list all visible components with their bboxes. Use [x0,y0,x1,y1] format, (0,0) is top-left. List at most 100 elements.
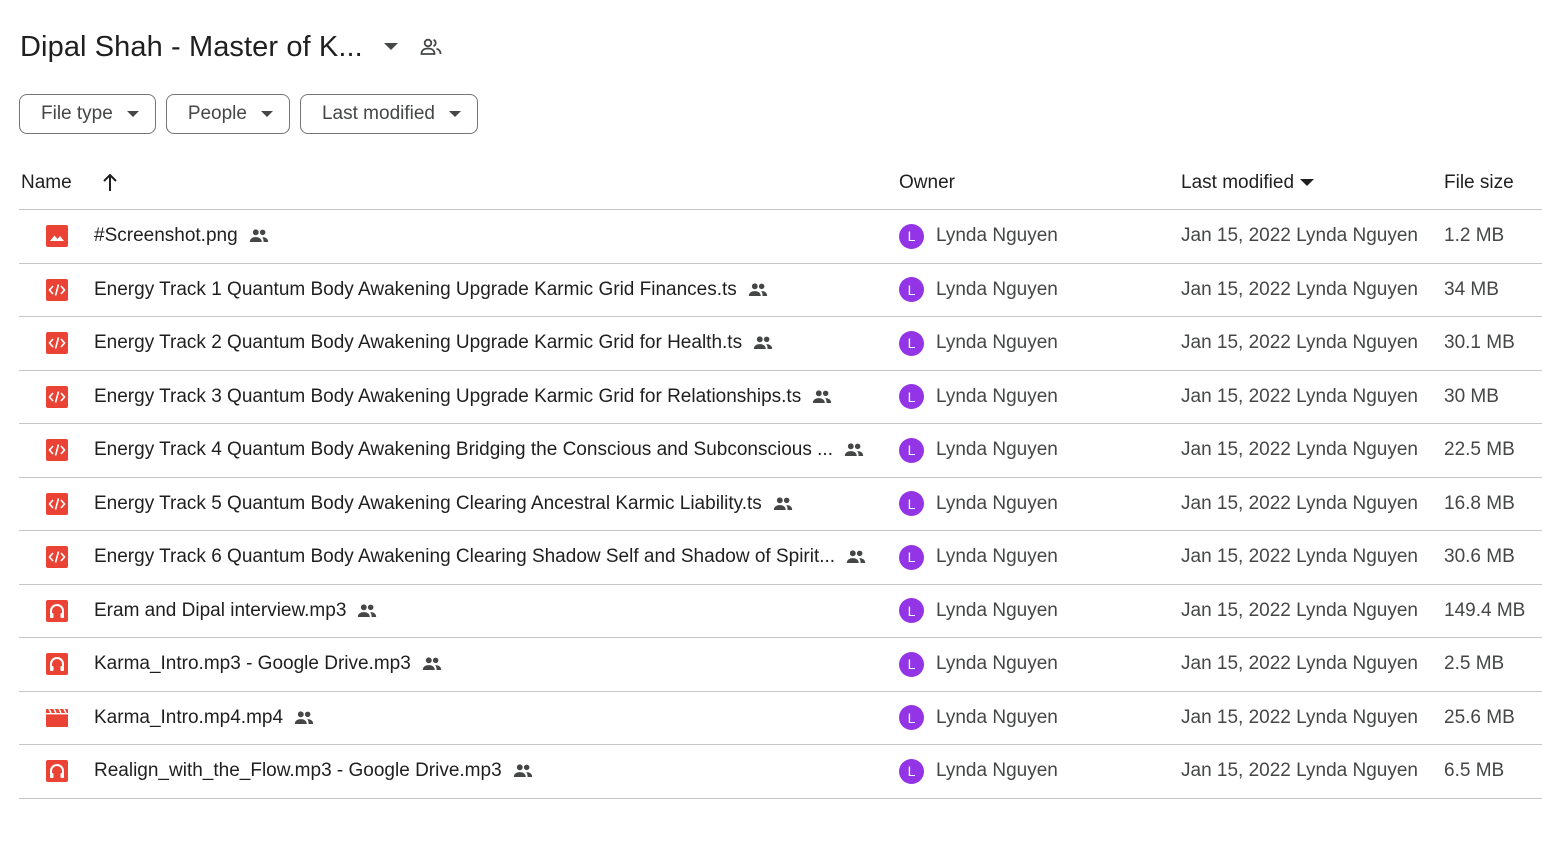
avatar[interactable]: L [899,437,924,463]
avatar[interactable]: L [899,384,924,409]
filter-chip-last-modified[interactable]: Last modified [299,94,478,134]
code-file-icon [46,371,68,423]
file-name-cell[interactable]: Energy Track 4 Quantum Body Awakening Br… [94,424,865,476]
file-name: Energy Track 6 Quantum Body Awakening Cl… [94,546,836,567]
last-modified-cell: Jan 15, 2022 Lynda Nguyen [1181,599,1418,621]
file-name-cell[interactable]: Karma_Intro.mp4.mp4 [94,692,315,744]
table-header: Name Owner Last modified File size [19,156,1542,210]
avatar[interactable]: L [899,223,924,249]
owner-cell: L Lynda Nguyen [899,531,1058,583]
file-size-cell: 6.5 MB [1444,760,1505,781]
avatar[interactable]: L [899,277,924,302]
avatar[interactable]: L [899,598,924,623]
file-size-cell: 30.6 MB [1444,546,1515,567]
shared-people-icon [845,546,867,568]
table-body: #Screenshot.png L Lynda Nguyen Jan 15, 2022… [19,210,1542,799]
file-size-cell: 2.5 MB [1444,653,1505,674]
owner-name: Lynda Nguyen [936,599,1058,621]
column-header-name[interactable]: Name [21,156,72,209]
owner-name: Lynda Nguyen [936,760,1058,781]
owner-cell: L Lynda Nguyen [899,745,1058,797]
owner-name: Lynda Nguyen [936,278,1058,300]
file-name-cell[interactable]: Realign_with_the_Flow.mp3 - Google Drive… [94,745,534,797]
avatar[interactable]: L [899,758,924,784]
last-modified-cell: Jan 15, 2022 Lynda Nguyen [1181,385,1418,407]
file-list-table: Name Owner Last modified File size #Scre… [19,156,1542,799]
owner-cell: L Lynda Nguyen [899,638,1058,690]
folder-title[interactable]: Dipal Shah - Master of K... [20,31,363,64]
owner-cell: L Lynda Nguyen [899,692,1058,744]
owner-name: Lynda Nguyen [936,225,1058,246]
file-size-cell: 25.6 MB [1444,706,1515,728]
file-size-cell: 16.8 MB [1444,492,1515,514]
last-modified-cell: Jan 15, 2022 Lynda Nguyen [1181,653,1418,674]
filter-chip-label: People [187,103,247,124]
table-row[interactable]: Energy Track 6 Quantum Body Awakening Cl… [19,531,1542,585]
filter-chip-people[interactable]: People [165,94,290,134]
file-name: #Screenshot.png [94,225,238,246]
image-file-icon [46,210,68,262]
shared-folder-people-icon[interactable] [417,33,445,61]
arrow-drop-down-icon[interactable] [377,33,405,61]
table-row[interactable]: Energy Track 5 Quantum Body Awakening Cl… [19,478,1542,531]
owner-cell: L Lynda Nguyen [899,424,1058,476]
code-file-icon [46,531,68,583]
file-size-cell: 30.1 MB [1444,332,1515,353]
last-modified-cell: Jan 15, 2022 Lynda Nguyen [1181,225,1418,246]
table-row[interactable]: #Screenshot.png L Lynda Nguyen Jan 15, 2022… [19,210,1542,264]
file-name-cell[interactable]: Energy Track 6 Quantum Body Awakening Cl… [94,531,867,583]
code-file-icon [46,478,68,530]
last-modified-cell: Jan 15, 2022 Lynda Nguyen [1181,439,1418,460]
filter-chip-label: File type [41,103,113,124]
table-row[interactable]: Energy Track 3 Quantum Body Awakening Up… [19,371,1542,424]
file-name-cell[interactable]: Energy Track 2 Quantum Body Awakening Up… [94,317,774,369]
file-size-cell: 34 MB [1444,278,1499,300]
column-header-last-modified[interactable]: Last modified [1181,156,1315,209]
owner-name: Lynda Nguyen [936,439,1058,460]
table-row[interactable]: Realign_with_the_Flow.mp3 - Google Drive… [19,745,1542,799]
column-header-file-size: File size [1444,171,1514,193]
avatar[interactable]: L [899,705,924,730]
file-name-cell[interactable]: Energy Track 1 Quantum Body Awakening Up… [94,264,769,316]
shared-people-icon [752,332,774,354]
file-name: Karma_Intro.mp4.mp4 [94,706,284,728]
table-row[interactable]: Energy Track 1 Quantum Body Awakening Up… [19,264,1542,317]
avatar[interactable]: L [899,491,924,516]
owner-name: Lynda Nguyen [936,706,1058,728]
owner-cell: L Lynda Nguyen [899,585,1058,637]
table-row[interactable]: Energy Track 4 Quantum Body Awakening Br… [19,424,1542,478]
table-row[interactable]: Karma_Intro.mp3 - Google Drive.mp3 L Lynda… [19,638,1542,692]
file-size-cell: 22.5 MB [1444,439,1515,460]
arrow-drop-down-icon [260,110,273,118]
table-row[interactable]: Karma_Intro.mp4.mp4 L Lynda Nguyen Jan 15, … [19,692,1542,745]
owner-cell: L Lynda Nguyen [899,264,1058,316]
folder-header: Dipal Shah - Master of K... [20,26,445,68]
avatar[interactable]: L [899,544,924,570]
table-row[interactable]: Energy Track 2 Quantum Body Awakening Up… [19,317,1542,371]
file-name-cell[interactable]: Karma_Intro.mp3 - Google Drive.mp3 [94,638,443,690]
shared-people-icon [512,760,534,782]
file-name: Energy Track 4 Quantum Body Awakening Br… [94,439,833,460]
arrow-drop-down-icon[interactable] [1300,178,1315,187]
owner-cell: L Lynda Nguyen [899,210,1058,262]
file-name: Karma_Intro.mp3 - Google Drive.mp3 [94,653,411,674]
arrow-drop-down-icon [449,110,461,118]
shared-people-icon [772,493,794,515]
file-name-cell[interactable]: #Screenshot.png [94,210,270,262]
file-name-cell[interactable]: Eram and Dipal interview.mp3 [94,585,378,637]
avatar[interactable]: L [899,330,924,356]
file-name-cell[interactable]: Energy Track 3 Quantum Body Awakening Up… [94,371,833,423]
shared-people-icon [248,225,270,247]
file-name-cell[interactable]: Energy Track 5 Quantum Body Awakening Cl… [94,478,794,530]
code-file-icon [46,264,68,316]
shared-people-icon [843,439,865,461]
column-header-owner: Owner [899,171,955,193]
shared-people-icon [293,707,315,729]
avatar[interactable]: L [899,651,924,677]
last-modified-cell: Jan 15, 2022 Lynda Nguyen [1181,546,1418,567]
filter-chip-file-type[interactable]: File type [19,94,156,134]
table-row[interactable]: Eram and Dipal interview.mp3 L Lynda Nguye… [19,585,1542,638]
arrow-upward-icon[interactable] [99,156,121,209]
owner-name: Lynda Nguyen [936,492,1058,514]
arrow-drop-down-icon [126,110,139,118]
